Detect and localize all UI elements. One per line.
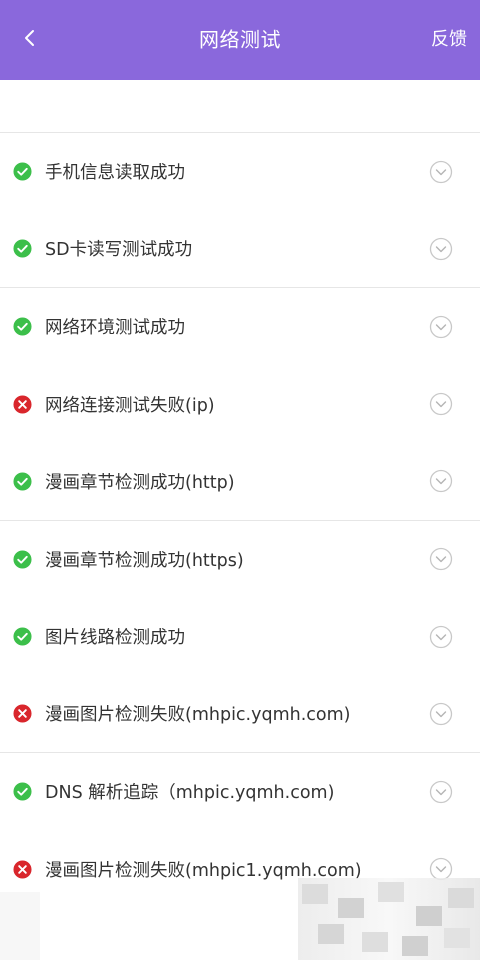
list-item[interactable]: 漫画章节检测成功(http): [0, 443, 480, 521]
chevron-down-icon[interactable]: [429, 469, 453, 493]
chevron-down-icon[interactable]: [429, 547, 453, 571]
check-circle-icon: [13, 317, 32, 336]
list-item[interactable]: 漫画章节检测成功(https): [0, 521, 480, 599]
check-circle-icon: [13, 239, 32, 258]
chevron-down-icon[interactable]: [429, 702, 453, 726]
check-circle-icon: [13, 550, 32, 569]
list-item[interactable]: 手机信息读取成功: [0, 133, 480, 211]
x-circle-icon: [13, 860, 32, 879]
chevron-down-icon[interactable]: [429, 315, 453, 339]
test-results-list: 手机信息读取成功 SD卡读写测试成功 网络环境测试成功 网络连接测试失败(ip)…: [0, 132, 480, 908]
list-item-label: 网络连接测试失败(ip): [45, 395, 215, 416]
check-circle-icon: [13, 162, 32, 181]
list-item-label: 手机信息读取成功: [45, 163, 185, 184]
chevron-down-icon[interactable]: [429, 625, 453, 649]
chevron-down-icon[interactable]: [429, 392, 453, 416]
list-item-label: 漫画章节检测成功(https): [45, 550, 244, 571]
list-item[interactable]: 图片线路检测成功: [0, 598, 480, 676]
feedback-button[interactable]: 反馈: [431, 25, 467, 51]
x-circle-icon: [13, 395, 32, 414]
top-app-bar: 网络测试 反馈: [0, 0, 480, 80]
chevron-down-icon[interactable]: [429, 237, 453, 261]
check-circle-icon: [13, 782, 32, 801]
chevron-down-icon[interactable]: [429, 780, 453, 804]
x-circle-icon: [13, 704, 32, 723]
list-item-label: 图片线路检测成功: [45, 628, 185, 649]
list-item-label: 漫画章节检测成功(http): [45, 472, 235, 493]
list-item-label: SD卡读写测试成功: [45, 240, 193, 261]
list-item-label: 漫画图片检测失败(mhpic.yqmh.com): [45, 705, 351, 726]
list-item[interactable]: DNS 解析追踪（mhpic.yqmh.com): [0, 753, 480, 831]
list-item[interactable]: 网络环境测试成功: [0, 288, 480, 366]
list-item-label: DNS 解析追踪（mhpic.yqmh.com): [45, 783, 335, 804]
chevron-down-icon[interactable]: [429, 160, 453, 184]
check-circle-icon: [13, 627, 32, 646]
bottom-edge: [0, 892, 40, 960]
watermark-blur: [298, 878, 480, 960]
list-item[interactable]: 漫画图片检测失败(mhpic.yqmh.com): [0, 676, 480, 753]
list-item[interactable]: 网络连接测试失败(ip): [0, 366, 480, 444]
page-title: 网络测试: [199, 27, 281, 52]
list-item[interactable]: SD卡读写测试成功: [0, 211, 480, 288]
list-item-label: 网络环境测试成功: [45, 318, 185, 339]
check-circle-icon: [13, 472, 32, 491]
